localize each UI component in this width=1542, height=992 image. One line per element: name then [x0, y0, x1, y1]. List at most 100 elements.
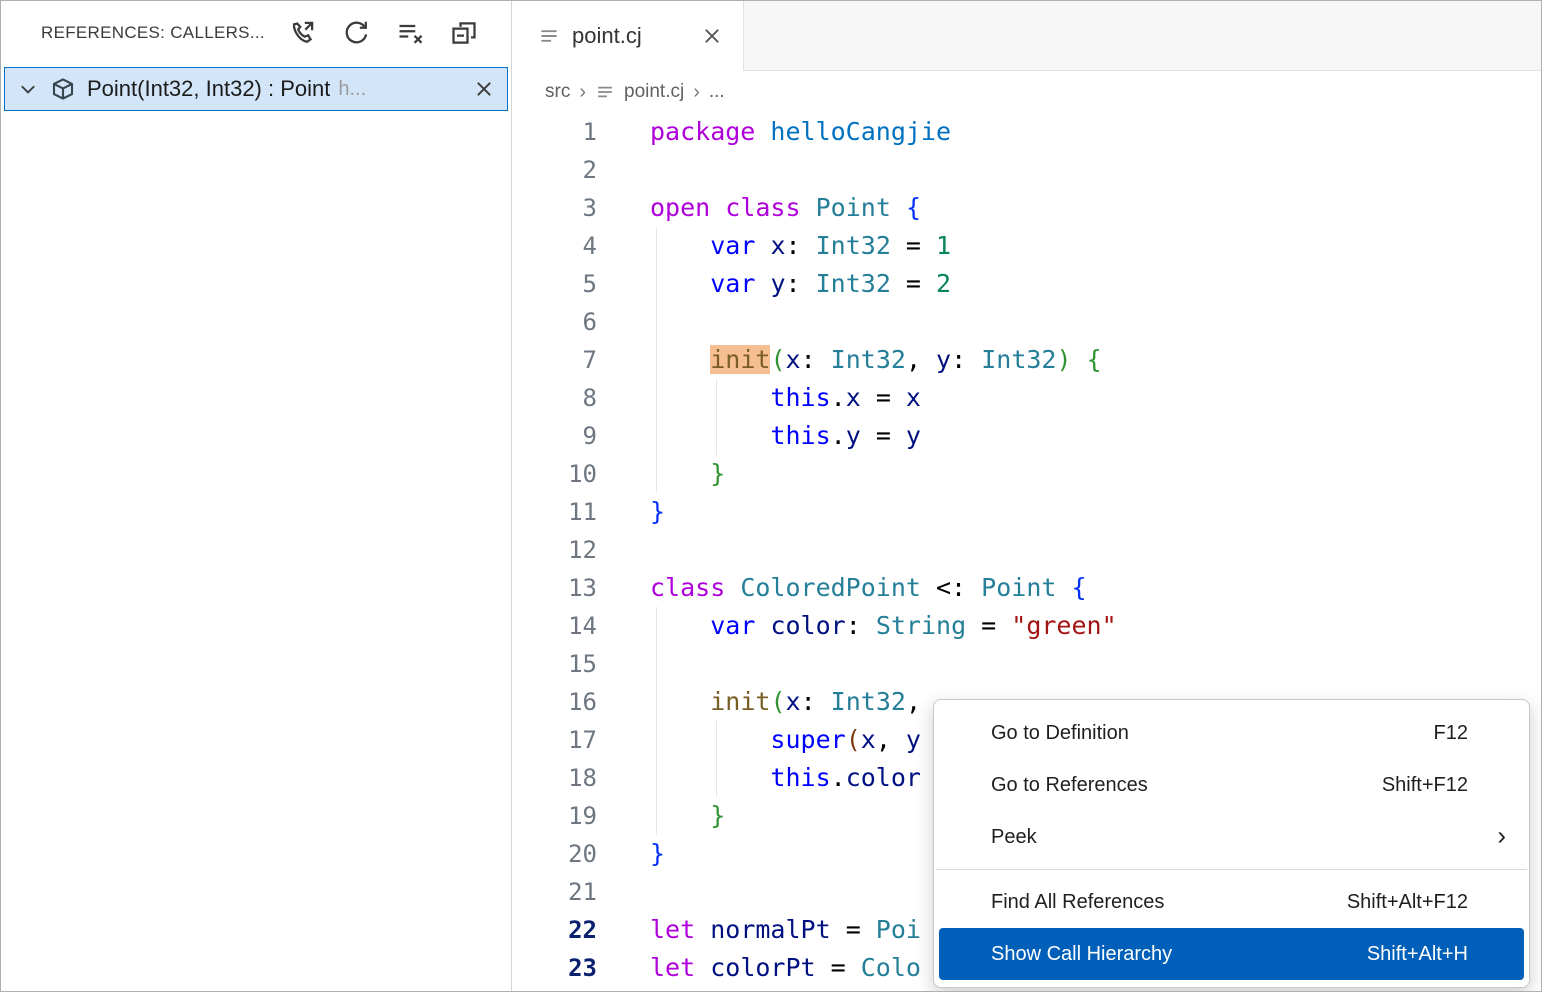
code-line[interactable]: 9 this.y = y — [512, 417, 1541, 455]
line-number[interactable]: 16 — [512, 683, 597, 721]
code-text: let colorPt = Colo — [650, 949, 921, 987]
close-icon[interactable] — [701, 25, 723, 47]
code-token: 1 — [936, 231, 952, 260]
editor-tab-bar: point.cj — [512, 1, 1541, 71]
menu-item-label: Go to References — [991, 773, 1148, 796]
code-token: class — [725, 193, 801, 222]
menu-item-show-call-hierarchy[interactable]: Show Call Hierarchy Shift+Alt+H — [939, 928, 1524, 980]
code-token: . — [830, 383, 846, 412]
code-line[interactable]: 3 open class Point { — [512, 189, 1541, 227]
code-text: var x: Int32 = 1 — [650, 227, 951, 265]
indent-guide — [656, 227, 657, 493]
tab-point-cj[interactable]: point.cj — [512, 1, 744, 71]
line-number[interactable]: 18 — [512, 759, 597, 797]
line-number[interactable]: 2 — [512, 151, 597, 189]
breadcrumb-item-[interactable]: ... — [709, 81, 725, 103]
refresh-icon[interactable] — [339, 16, 373, 50]
code-text: var y: Int32 = 2 — [650, 265, 951, 303]
menu-item-go-to-references[interactable]: Go to References Shift+F12 — [939, 759, 1524, 811]
line-number[interactable]: 1 — [512, 113, 597, 151]
line-number[interactable]: 21 — [512, 873, 597, 911]
menu-item-go-to-definition[interactable]: Go to Definition F12 — [939, 707, 1524, 759]
breadcrumb-item-src[interactable]: src — [545, 81, 570, 103]
code-token: ( — [770, 345, 786, 374]
code-token: Point — [981, 573, 1057, 602]
code-line[interactable]: 2 — [512, 151, 1541, 189]
line-number[interactable]: 23 — [512, 949, 597, 987]
chevron-right-icon: › — [1497, 820, 1506, 851]
code-line[interactable]: 6 — [512, 303, 1541, 341]
breadcrumb-item-point-cj[interactable]: point.cj — [624, 81, 684, 103]
line-number[interactable]: 15 — [512, 645, 597, 683]
code-line[interactable]: 1 package helloCangjie — [512, 113, 1541, 151]
code-token: Poi — [875, 915, 921, 944]
line-number[interactable]: 22 — [512, 911, 597, 949]
line-number[interactable]: 17 — [512, 721, 597, 759]
line-number[interactable]: 13 — [512, 569, 597, 607]
breadcrumb-separator-icon: › — [693, 80, 700, 103]
line-number[interactable]: 7 — [512, 341, 597, 379]
code-token: = — [860, 421, 906, 450]
references-panel-header: REFERENCES: CALLERS... — [1, 1, 511, 65]
code-token: Int32 — [815, 269, 891, 298]
breadcrumb: src › point.cj ›... — [512, 71, 1541, 113]
code-line[interactable]: 14 var color: String = "green" — [512, 607, 1541, 645]
code-line[interactable]: 12 — [512, 531, 1541, 569]
code-line[interactable]: 4 var x: Int32 = 1 — [512, 227, 1541, 265]
code-line[interactable]: 5 var y: Int32 = 2 — [512, 265, 1541, 303]
line-number[interactable]: 12 — [512, 531, 597, 569]
line-number[interactable]: 14 — [512, 607, 597, 645]
code-line[interactable]: 11} — [512, 493, 1541, 531]
line-number[interactable]: 3 — [512, 189, 597, 227]
code-token: init — [710, 687, 771, 716]
code-line[interactable]: 13 class ColoredPoint <: Point { — [512, 569, 1541, 607]
menu-item-label: Peek — [991, 825, 1037, 848]
code-token: : — [800, 345, 831, 374]
code-token: super — [770, 725, 846, 754]
breadcrumb-separator-icon: › — [579, 80, 586, 103]
menu-item-shortcut: Shift+Alt+H — [1366, 942, 1468, 965]
collapse-all-icon[interactable] — [447, 16, 481, 50]
code-text: } — [650, 835, 665, 873]
vscode-window: REFERENCES: CALLERS... Point(Int32, Int3… — [0, 0, 1542, 992]
call-hierarchy-icon[interactable] — [285, 16, 319, 50]
code-token: ColoredPoint — [740, 573, 921, 602]
menu-item-peek[interactable]: Peek › — [939, 811, 1524, 863]
code-text: var color: String = "green" — [650, 607, 1116, 645]
code-text: this.y = y — [650, 417, 921, 455]
call-hierarchy-result-item[interactable]: Point(Int32, Int32) : Point h... — [4, 67, 508, 111]
line-number[interactable]: 9 — [512, 417, 597, 455]
code-token: : — [800, 687, 831, 716]
code-token: Point — [815, 193, 891, 222]
line-number[interactable]: 4 — [512, 227, 597, 265]
code-line[interactable]: 10 } — [512, 455, 1541, 493]
code-text: this.color — [650, 759, 921, 797]
code-line[interactable]: 8 this.x = x — [512, 379, 1541, 417]
code-text: } — [650, 455, 725, 493]
code-token: Int32 — [815, 231, 891, 260]
code-token: , — [875, 725, 906, 754]
line-number[interactable]: 20 — [512, 835, 597, 873]
code-token: = — [966, 611, 1012, 640]
line-number[interactable]: 5 — [512, 265, 597, 303]
indent-guide — [716, 721, 717, 797]
code-line[interactable]: 15 — [512, 645, 1541, 683]
code-token: : — [785, 231, 816, 260]
code-line[interactable]: 7 init(x: Int32, y: Int32) { — [512, 341, 1541, 379]
code-token: this — [770, 763, 831, 792]
line-number[interactable]: 19 — [512, 797, 597, 835]
code-token: { — [1086, 345, 1102, 374]
line-number[interactable]: 6 — [512, 303, 597, 341]
line-number[interactable]: 10 — [512, 455, 597, 493]
menu-item-find-all-references[interactable]: Find All References Shift+Alt+F12 — [939, 876, 1524, 928]
chevron-down-icon[interactable] — [17, 78, 39, 100]
clear-results-icon[interactable] — [393, 16, 427, 50]
menu-separator — [936, 869, 1527, 870]
line-number[interactable]: 8 — [512, 379, 597, 417]
line-number[interactable]: 11 — [512, 493, 597, 531]
close-icon[interactable] — [473, 78, 495, 100]
